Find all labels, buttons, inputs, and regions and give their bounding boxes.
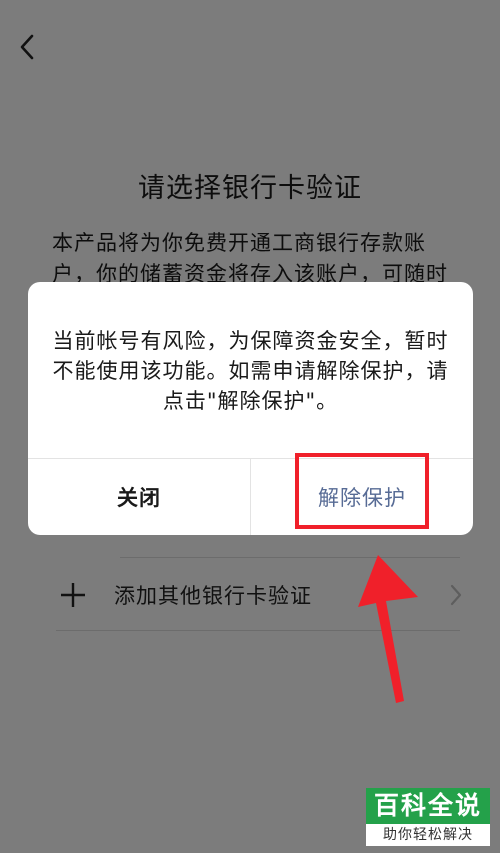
watermark-title: 百科全说 bbox=[366, 788, 490, 824]
highlight-annotation-box bbox=[295, 453, 429, 529]
arrow-annotation-icon bbox=[358, 555, 418, 703]
close-button[interactable]: 关闭 bbox=[28, 459, 250, 535]
watermark-subtitle: 助你轻松解决 bbox=[366, 824, 490, 846]
watermark-logo: 百科全说 助你轻松解决 bbox=[366, 788, 490, 848]
dialog-message: 当前帐号有风险，为保障资金安全，暂时不能使用该功能。如需申请解除保护，请点击"解… bbox=[52, 329, 449, 413]
